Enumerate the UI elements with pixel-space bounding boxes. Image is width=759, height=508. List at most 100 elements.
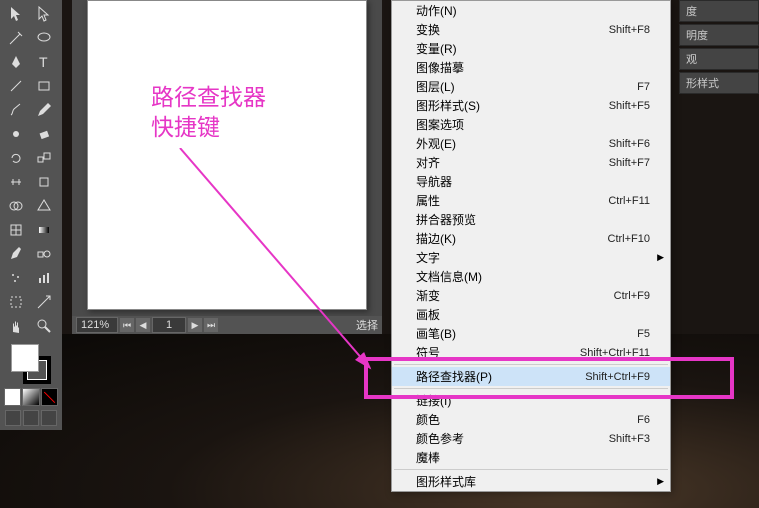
- menu-item-label: 图案选项: [416, 116, 464, 133]
- color-mode-none[interactable]: [41, 388, 58, 406]
- menu-item-label: 路径查找器(P): [416, 368, 492, 385]
- menu-item[interactable]: 画笔(B)F5: [392, 324, 670, 343]
- menu-item[interactable]: 对齐Shift+F7: [392, 153, 670, 172]
- window-menu: 动作(N)变换 Shift+F8 变量(R)图像描摹图层(L)F7图形样式(S)Sh…: [391, 0, 671, 492]
- select-label: 选择: [356, 317, 378, 333]
- nav-prev[interactable]: ◀: [136, 318, 150, 332]
- tool-selection[interactable]: [2, 2, 30, 26]
- tool-slice[interactable]: [30, 290, 58, 314]
- tool-rotate[interactable]: [2, 146, 30, 170]
- menu-item-label: 属性: [416, 192, 440, 209]
- tool-symbol-sprayer[interactable]: [2, 266, 30, 290]
- menu-item-shortcut: Shift+F8: [609, 24, 650, 36]
- panel-tab-2[interactable]: 明度: [679, 24, 759, 46]
- menu-item[interactable]: 变量(R): [392, 39, 670, 58]
- menu-item[interactable]: 属性 Ctrl+F11: [392, 191, 670, 210]
- menu-item[interactable]: 图层(L)F7: [392, 77, 670, 96]
- tool-perspective[interactable]: [30, 194, 58, 218]
- nav-last[interactable]: ⏭: [204, 318, 218, 332]
- status-bar: 121% ⏮ ◀ 1 ▶ ⏭ 选择: [72, 316, 382, 334]
- zoom-level[interactable]: 121%: [76, 317, 118, 333]
- menu-item-shortcut: Ctrl+F9: [614, 290, 650, 302]
- tool-blend[interactable]: [30, 242, 58, 266]
- menu-item[interactable]: 外观(E) Shift+F6: [392, 134, 670, 153]
- tool-artboard[interactable]: [2, 290, 30, 314]
- menu-item-shortcut: F6: [637, 414, 650, 426]
- tool-graph[interactable]: [30, 266, 58, 290]
- menu-item-label: 外观(E): [416, 135, 456, 152]
- menu-item[interactable]: 导航器: [392, 172, 670, 191]
- tool-eyedropper[interactable]: [2, 242, 30, 266]
- tool-mesh[interactable]: [2, 218, 30, 242]
- tool-rect[interactable]: [30, 74, 58, 98]
- canvas-area: [72, 0, 382, 334]
- tool-scale[interactable]: [30, 146, 58, 170]
- tool-type[interactable]: T: [30, 50, 58, 74]
- tool-shape-builder[interactable]: [2, 194, 30, 218]
- menu-item[interactable]: 描边(K)Ctrl+F10: [392, 229, 670, 248]
- tool-brush[interactable]: [2, 98, 30, 122]
- menu-item[interactable]: 链接(I): [392, 391, 670, 410]
- menu-item-label: 导航器: [416, 173, 452, 190]
- tool-blob[interactable]: [2, 122, 30, 146]
- tool-direct-select[interactable]: [30, 2, 58, 26]
- menu-item[interactable]: 颜色参考Shift+F3: [392, 429, 670, 448]
- menu-item-shortcut: F7: [637, 81, 650, 93]
- menu-item[interactable]: 魔棒: [392, 448, 670, 467]
- artboard[interactable]: [87, 0, 367, 310]
- tool-lasso[interactable]: [30, 26, 58, 50]
- panel-tab-4[interactable]: 形样式: [679, 72, 759, 94]
- color-swatches: [2, 342, 60, 428]
- tool-gradient[interactable]: [30, 218, 58, 242]
- menu-item[interactable]: 图形样式库▶: [392, 472, 670, 491]
- menu-item[interactable]: 颜色F6: [392, 410, 670, 429]
- menu-item-label: 符号: [416, 344, 440, 361]
- menu-item-shortcut: Shift+Ctrl+F11: [580, 347, 650, 359]
- tool-zoom[interactable]: [30, 314, 58, 338]
- tool-pencil[interactable]: [30, 98, 58, 122]
- tool-free-transform[interactable]: [30, 170, 58, 194]
- menu-item[interactable]: 动作(N): [392, 1, 670, 20]
- color-mode-solid[interactable]: [4, 388, 21, 406]
- menu-item-label: 变换: [416, 21, 440, 38]
- menu-item[interactable]: 图像描摹: [392, 58, 670, 77]
- menu-item[interactable]: 图案选项: [392, 115, 670, 134]
- screen-mode-2[interactable]: [23, 410, 39, 426]
- menu-item-shortcut: Ctrl+F11: [608, 195, 650, 207]
- menu-item-shortcut: Shift+F5: [609, 100, 650, 112]
- tool-line[interactable]: [2, 74, 30, 98]
- menu-item[interactable]: 画板: [392, 305, 670, 324]
- menu-item-label: 链接(I): [416, 392, 451, 409]
- menu-item[interactable]: 符号 Shift+Ctrl+F11: [392, 343, 670, 362]
- menu-item-shortcut: Shift+F3: [609, 433, 650, 445]
- menu-item-shortcut: Shift+F6: [609, 138, 650, 150]
- menu-item[interactable]: 路径查找器(P)Shift+Ctrl+F9: [392, 367, 670, 386]
- nav-next[interactable]: ▶: [188, 318, 202, 332]
- panel-tab-1[interactable]: 度: [679, 0, 759, 22]
- submenu-arrow-icon: ▶: [657, 476, 664, 487]
- menu-item-label: 画笔(B): [416, 325, 456, 342]
- menu-separator: [394, 388, 668, 389]
- color-mode-gradient[interactable]: [22, 388, 39, 406]
- menu-item[interactable]: 拼合器预览: [392, 210, 670, 229]
- tool-hand[interactable]: [2, 314, 30, 338]
- page-number[interactable]: 1: [152, 317, 186, 333]
- menu-item[interactable]: 文字▶: [392, 248, 670, 267]
- panel-tab-3[interactable]: 观: [679, 48, 759, 70]
- menu-separator: [394, 469, 668, 470]
- right-panels: 度 明度 观 形样式: [679, 0, 759, 96]
- submenu-arrow-icon: ▶: [657, 252, 664, 263]
- tool-pen[interactable]: [2, 50, 30, 74]
- nav-first[interactable]: ⏮: [120, 318, 134, 332]
- menu-item[interactable]: 图形样式(S)Shift+F5: [392, 96, 670, 115]
- tool-magic-wand[interactable]: [2, 26, 30, 50]
- tool-width[interactable]: [2, 170, 30, 194]
- menu-item[interactable]: 变换 Shift+F8: [392, 20, 670, 39]
- tool-eraser[interactable]: [30, 122, 58, 146]
- screen-mode-1[interactable]: [5, 410, 21, 426]
- screen-mode-3[interactable]: [41, 410, 57, 426]
- fill-color[interactable]: [11, 344, 39, 372]
- menu-item-label: 变量(R): [416, 40, 457, 57]
- menu-item[interactable]: 文档信息(M): [392, 267, 670, 286]
- menu-item[interactable]: 渐变Ctrl+F9: [392, 286, 670, 305]
